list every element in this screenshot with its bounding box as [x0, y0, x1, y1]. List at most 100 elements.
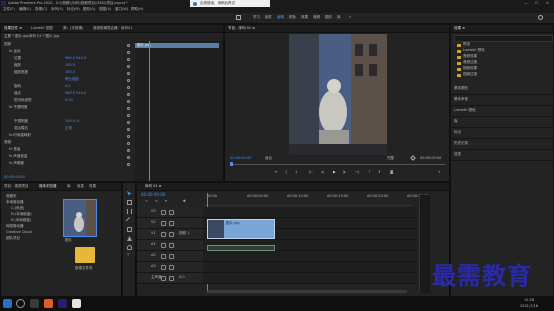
reset-icon[interactable]	[127, 43, 130, 47]
track-visibility-icon[interactable]	[169, 264, 174, 270]
reset-icon[interactable]	[127, 92, 130, 96]
effects-tree-item[interactable]: 视频效果	[463, 66, 477, 71]
effect-property-row[interactable]: 防闪烁滤镜 0.00	[1, 98, 135, 104]
effect-property-row[interactable]	[1, 113, 135, 118]
effects-tree-item[interactable]: 音频过渡	[463, 60, 477, 65]
quality-dropdown[interactable]: 完整	[387, 156, 394, 161]
effect-property-row[interactable]: fx 声道音量	[1, 154, 135, 160]
media-browser-tree-item[interactable]: C:(系统)	[11, 206, 24, 211]
media-browser-tree-item[interactable]: D:(本地磁盘)	[11, 212, 32, 217]
reset-icon[interactable]	[127, 134, 130, 138]
reset-icon[interactable]	[127, 120, 130, 124]
right-panel-section-title[interactable]: 历史记录	[454, 141, 468, 146]
video-clip[interactable]: 图片.jpg	[207, 219, 275, 239]
effect-property-row[interactable]: fx 声像器	[1, 161, 135, 167]
go-to-in-icon[interactable]: |←	[309, 170, 313, 175]
maximize-button[interactable]: ☐	[535, 1, 538, 6]
reset-icon[interactable]	[127, 148, 130, 152]
media-browser-tree-item[interactable]: 收藏夹	[6, 194, 17, 199]
menu-clip[interactable]: 剪辑(C)	[35, 7, 47, 12]
timeline-ruler[interactable]: 00:00 00:00:05:00 00:00:10:00 00:00:15:00 00…	[203, 193, 428, 206]
menu-sequence[interactable]: 序列(S)	[51, 7, 63, 12]
tab-source[interactable]: 源：(无剪辑)	[63, 26, 83, 31]
taskbar-app-3-icon[interactable]	[72, 299, 81, 308]
effect-property-value[interactable]: 100.0	[65, 70, 75, 75]
workspace-tab-learn[interactable]: 学习	[253, 15, 260, 20]
workspace-tab-graphics[interactable]: 图形	[325, 15, 332, 20]
search-icon[interactable]	[538, 15, 543, 20]
menu-marker[interactable]: 标记(M)	[67, 7, 80, 12]
workspace-tab-audio[interactable]: 音频	[313, 15, 320, 20]
track-visibility-icon[interactable]	[169, 231, 174, 237]
track-lock-icon[interactable]	[161, 220, 166, 226]
effect-property-row[interactable]: fx 运动	[1, 49, 135, 55]
track-visibility-icon[interactable]	[169, 275, 174, 281]
track-visibility-icon[interactable]	[169, 209, 174, 215]
track-lock-icon[interactable]	[161, 209, 166, 215]
ripple-edit-tool-icon[interactable]	[127, 209, 132, 214]
audio-clip[interactable]	[207, 245, 275, 251]
program-timecode[interactable]: 00:00:00:00	[230, 156, 251, 161]
media-browser-tree-item[interactable]: 网络驱动器	[6, 224, 24, 229]
menu-view[interactable]: 视图(V)	[99, 7, 111, 12]
track-select-tool-icon[interactable]	[127, 200, 132, 205]
track-header[interactable]: V2	[137, 218, 203, 228]
effect-property-row[interactable]: fx 时间重映射	[1, 133, 135, 139]
effects-tree-item[interactable]: 音频效果	[463, 54, 477, 59]
step-forward-icon[interactable]: |▸	[343, 170, 346, 175]
reset-icon[interactable]	[127, 113, 130, 117]
track-visibility-icon[interactable]	[169, 220, 174, 226]
taskbar-search-icon[interactable]	[16, 299, 25, 308]
extract-icon[interactable]: ⇞	[378, 170, 381, 175]
effect-property-row[interactable]: 不透明度 100.0 %	[1, 119, 135, 125]
tab-sequence-01[interactable]: 序列 01 ≡	[145, 184, 162, 189]
effect-property-row[interactable]: 锚点 960.0 540.0	[1, 91, 135, 97]
effects-tree-item[interactable]: Lumetri 预设	[463, 48, 485, 53]
effect-controls-timecode[interactable]: 00:00:00:00	[4, 175, 25, 180]
selection-tool-icon[interactable]	[127, 191, 132, 196]
right-panel-section-title[interactable]: 基本图形	[454, 86, 468, 91]
reset-icon[interactable]	[127, 127, 130, 131]
button-editor-icon[interactable]: +	[438, 170, 441, 175]
minimize-button[interactable]: —	[524, 1, 528, 6]
menu-help[interactable]: 帮助(H)	[131, 7, 143, 12]
step-back-icon[interactable]: ◂|	[321, 170, 324, 175]
settings-wrench-icon[interactable]	[410, 155, 416, 161]
effect-property-value[interactable]: 等比缩放	[65, 77, 79, 82]
track-header[interactable]: 主声道 0.0	[137, 273, 203, 283]
tab-effect-controls[interactable]: 效果控件 ≡	[4, 26, 22, 31]
home-icon[interactable]	[236, 15, 241, 20]
right-panel-section-title[interactable]: 库	[454, 119, 458, 124]
linked-selection-icon[interactable]: ∞	[155, 199, 158, 204]
tab-lumetri-scopes[interactable]: Lumetri 范围	[31, 26, 53, 31]
right-panel-section-title[interactable]: Lumetri 颜色	[454, 108, 476, 113]
media-browser-tree-item[interactable]: Creative Cloud	[6, 230, 32, 235]
effect-property-row[interactable]: 位置 960.0 540.0	[1, 56, 135, 62]
right-panel-section-title[interactable]: 信息	[454, 152, 461, 157]
effects-tree-item[interactable]: 视频过渡	[463, 72, 477, 77]
effect-property-row[interactable]: 缩放 100.0	[1, 63, 135, 69]
more-workspaces-icon[interactable]: »	[349, 15, 351, 20]
hand-tool-icon[interactable]	[127, 245, 132, 250]
reset-icon[interactable]	[127, 64, 130, 68]
track-header[interactable]: A1	[137, 240, 203, 250]
effect-playhead[interactable]	[149, 41, 150, 181]
effect-property-value[interactable]: 960.0 540.0	[65, 56, 86, 61]
tab-audio-clip-mixer[interactable]: 音频剪辑混合器：序列01	[93, 26, 132, 31]
effect-property-row[interactable]: 混合模式 正常	[1, 126, 135, 132]
track-header[interactable]: A2	[137, 251, 203, 261]
mark-out-icon[interactable]: }	[295, 170, 297, 175]
media-thumbnail[interactable]	[63, 199, 97, 237]
slip-tool-icon[interactable]	[127, 227, 132, 232]
reset-icon[interactable]	[127, 162, 130, 166]
add-marker-timeline-icon[interactable]: ▾	[165, 199, 167, 204]
tab-effects[interactable]: 效果	[89, 184, 96, 189]
timeline-horizontal-scrollbar[interactable]	[207, 290, 407, 293]
tab-project[interactable]: 项目：视频项目	[4, 184, 29, 189]
track-visibility-icon[interactable]	[169, 242, 174, 248]
track-lock-icon[interactable]	[161, 231, 166, 237]
right-panel-section-title[interactable]: 标记	[454, 130, 461, 135]
effect-property-row[interactable]: 音频	[1, 140, 135, 146]
folder-icon[interactable]	[75, 247, 95, 263]
close-button[interactable]: ✕	[546, 1, 549, 6]
